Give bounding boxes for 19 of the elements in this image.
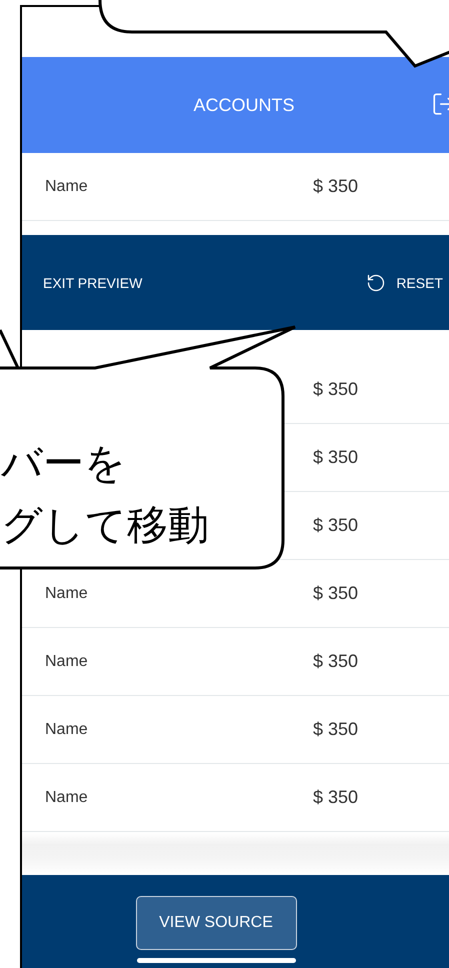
view-source-button[interactable]: VIEW SOURCE: [136, 896, 296, 950]
account-amount: $ 350: [313, 651, 358, 672]
account-amount: $ 350: [313, 379, 358, 400]
account-amount: $ 350: [313, 176, 358, 197]
account-amount: $ 350: [313, 719, 358, 740]
account-amount: $ 350: [313, 787, 358, 808]
account-name: Name: [44, 584, 89, 602]
account-name: Name: [44, 178, 89, 196]
account-name: Name: [44, 720, 89, 738]
account-amount: $ 350: [313, 447, 358, 468]
account-name: Name: [44, 652, 89, 670]
header-title: ACCOUNTS: [193, 94, 294, 116]
reset-button[interactable]: RESET: [366, 272, 443, 292]
account-amount: $ 350: [313, 515, 358, 536]
reset-icon: [366, 272, 386, 292]
callout-text: バーを グして移動: [1, 438, 209, 551]
account-name: Name: [44, 788, 89, 806]
exit-preview-button[interactable]: EXIT PREVIEW: [43, 274, 142, 290]
account-amount: $ 350: [313, 583, 358, 604]
